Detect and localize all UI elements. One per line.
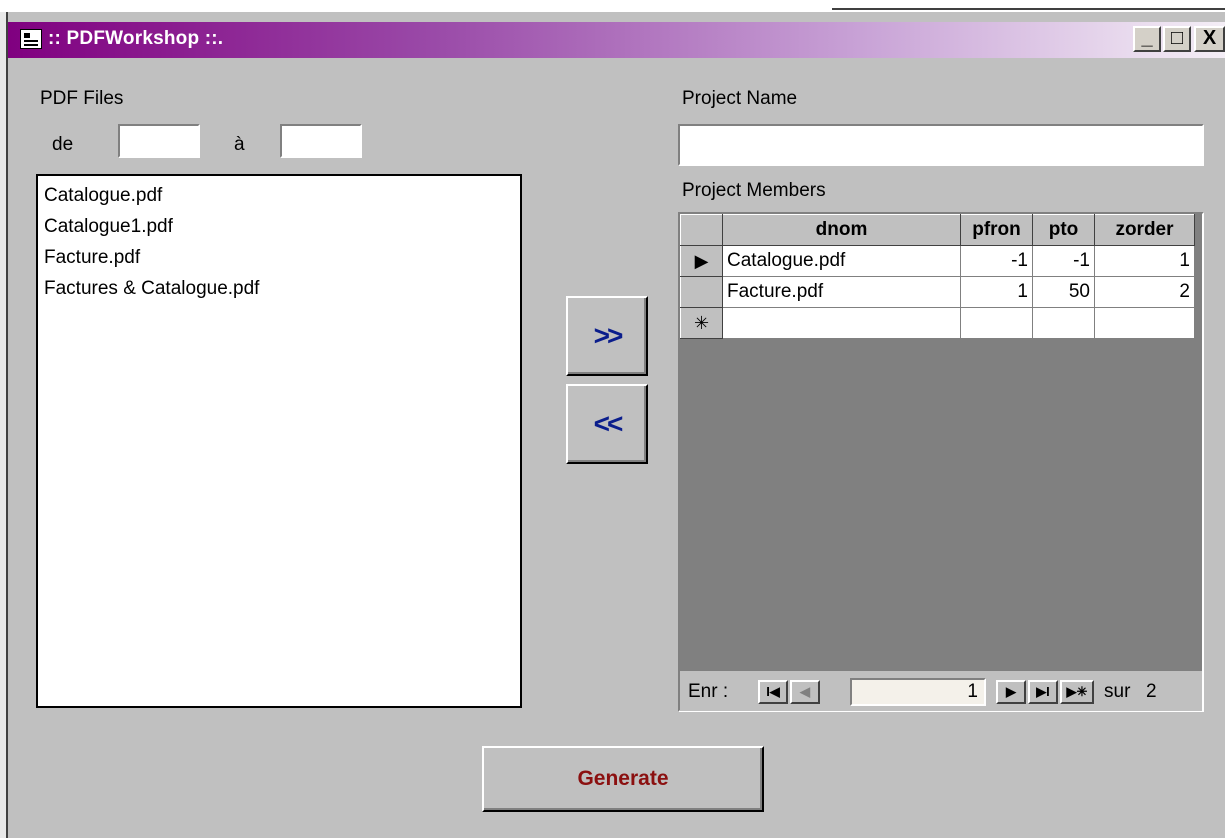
table-header-row: dnom pfron pto zorder (680, 214, 1195, 246)
of-label: sur (1104, 681, 1131, 702)
minimize-button[interactable]: _ (1133, 26, 1161, 52)
pdf-files-label: PDF Files (40, 88, 124, 109)
total-records: 2 (1146, 681, 1157, 702)
cell-zorder[interactable] (1094, 307, 1195, 339)
generate-button[interactable]: Generate (482, 746, 764, 812)
close-button[interactable]: X (1194, 26, 1225, 52)
to-field[interactable] (280, 124, 362, 158)
from-input[interactable] (120, 126, 198, 156)
project-members-label: Project Members (682, 180, 826, 201)
project-name-label: Project Name (682, 88, 798, 109)
table-row[interactable]: Facture.pdf 1 50 2 (680, 276, 1195, 308)
add-to-project-button[interactable]: >> (566, 296, 648, 376)
cell-pfron[interactable]: 1 (960, 276, 1033, 308)
next-record-button[interactable]: ▶ (996, 680, 1026, 704)
add-arrows-icon: >> (593, 320, 624, 351)
column-header-pfron[interactable]: pfron (960, 214, 1033, 246)
cell-zorder[interactable]: 2 (1094, 276, 1195, 308)
list-item[interactable]: Catalogue.pdf (38, 180, 520, 211)
list-item[interactable]: Factures & Catalogue.pdf (38, 273, 520, 304)
new-record-button[interactable]: ▶✳ (1060, 680, 1094, 704)
cell-dnom[interactable]: Facture.pdf (722, 276, 961, 308)
last-record-button[interactable]: ▶I (1028, 680, 1058, 704)
cell-pto[interactable] (1032, 307, 1095, 339)
from-field[interactable] (118, 124, 200, 158)
to-label: à (234, 134, 245, 155)
current-record-icon[interactable]: ▶ (680, 245, 723, 277)
project-name-input[interactable] (680, 126, 1202, 164)
list-item[interactable]: Catalogue1.pdf (38, 211, 520, 242)
project-name-field[interactable] (678, 124, 1204, 166)
record-label: Enr : (688, 681, 729, 702)
title-bar[interactable]: :: PDFWorkshop ::. _ □ X (8, 22, 1225, 58)
members-table: dnom pfron pto zorder ▶ Catalogue.pdf -1… (680, 214, 1195, 339)
cell-pto[interactable]: -1 (1032, 245, 1095, 277)
cell-zorder[interactable]: 1 (1094, 245, 1195, 277)
generate-label: Generate (577, 767, 669, 790)
maximize-button[interactable]: □ (1163, 26, 1191, 52)
row-selector[interactable] (680, 276, 723, 308)
desktop-strip (0, 0, 1225, 12)
new-record-icon[interactable]: ✳ (680, 307, 723, 339)
first-record-button[interactable]: I◀ (758, 680, 788, 704)
project-members-datasheet[interactable]: dnom pfron pto zorder ▶ Catalogue.pdf -1… (678, 212, 1204, 712)
list-item[interactable]: Facture.pdf (38, 242, 520, 273)
previous-record-button[interactable]: ◀ (790, 680, 820, 704)
new-record-row[interactable]: ✳ (680, 307, 1195, 339)
window-title: :: PDFWorkshop ::. (48, 28, 224, 49)
to-input[interactable] (282, 126, 360, 156)
window-left-border (0, 12, 8, 838)
current-record-field[interactable]: 1 (850, 678, 986, 706)
form-icon (20, 29, 42, 49)
remove-from-project-button[interactable]: << (566, 384, 648, 464)
table-row[interactable]: ▶ Catalogue.pdf -1 -1 1 (680, 245, 1195, 277)
cell-dnom[interactable] (722, 307, 961, 339)
cell-pfron[interactable]: -1 (960, 245, 1033, 277)
cell-pto[interactable]: 50 (1032, 276, 1095, 308)
cell-dnom[interactable]: Catalogue.pdf (722, 245, 961, 277)
from-label: de (52, 134, 74, 155)
column-header-dnom[interactable]: dnom (722, 214, 961, 246)
record-navigation-bar: Enr : I◀ ◀ 1 ▶ ▶I ▶✳ sur 2 (680, 670, 1202, 711)
column-header-zorder[interactable]: zorder (1094, 214, 1195, 246)
column-header-pto[interactable]: pto (1032, 214, 1095, 246)
pdf-files-list[interactable]: Catalogue.pdf Catalogue1.pdf Facture.pdf… (36, 174, 522, 708)
row-selector-header (680, 214, 723, 246)
cell-pfron[interactable] (960, 307, 1033, 339)
remove-arrows-icon: << (593, 408, 624, 439)
